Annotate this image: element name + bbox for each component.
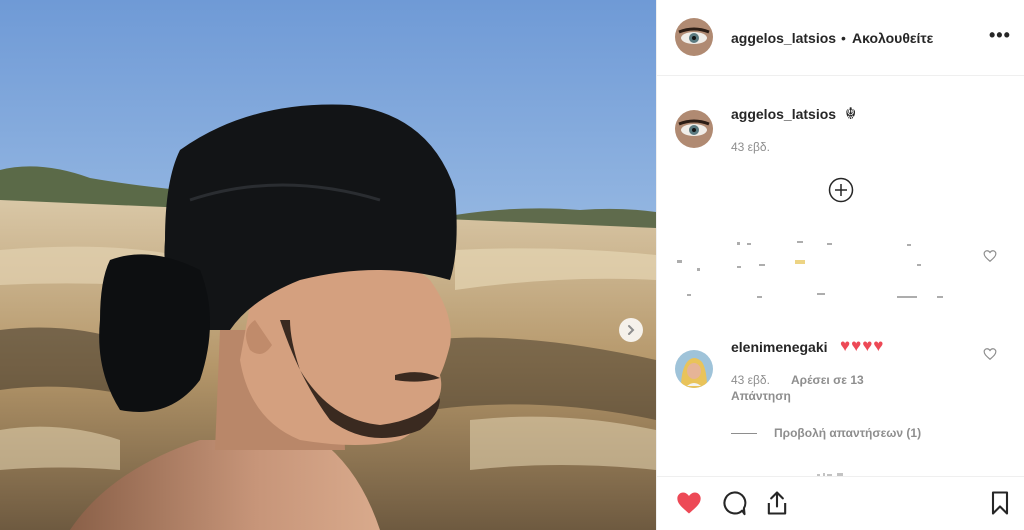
heart-icon[interactable] (675, 489, 703, 517)
replies-divider (731, 433, 757, 434)
post-actions-bar (657, 476, 1024, 530)
header-separator: • (841, 30, 846, 46)
caption-avatar[interactable] (675, 110, 713, 148)
post-photo[interactable] (0, 0, 656, 530)
view-replies-button[interactable]: Προβολή απαντήσεων (1) (774, 426, 921, 440)
comment-icon[interactable] (720, 489, 748, 517)
like-comment-heart-icon[interactable] (983, 249, 997, 263)
bookmark-icon[interactable] (986, 489, 1014, 517)
photo-image (0, 0, 656, 530)
comment-likes-count[interactable]: Αρέσει σε 13 (791, 373, 864, 387)
commenter-avatar[interactable] (675, 350, 713, 388)
author-username[interactable]: aggelos_latsios (731, 30, 836, 46)
obscured-comment (677, 238, 977, 308)
caption-emoji: ☬ (845, 106, 857, 123)
next-photo-button[interactable] (619, 318, 643, 342)
like-comment-heart-icon[interactable] (983, 347, 997, 361)
reply-button[interactable]: Απάντηση (731, 389, 791, 403)
add-circle-icon[interactable] (828, 177, 854, 203)
caption-username[interactable]: aggelos_latsios (731, 106, 836, 122)
share-icon[interactable] (763, 489, 791, 517)
next-arrow-icon (628, 325, 635, 335)
post-header: aggelos_latsios • Ακολουθείτε ••• (657, 0, 1024, 76)
caption-timestamp[interactable]: 43 εβδ. (731, 140, 770, 154)
comment-text: ♥♥♥♥ (840, 336, 885, 355)
post-details-panel: aggelos_latsios • Ακολουθείτε ••• aggelo… (656, 0, 1024, 530)
more-options-icon[interactable]: ••• (989, 26, 1011, 44)
commenter-username[interactable]: elenimenegaki (731, 339, 828, 355)
comment-timestamp[interactable]: 43 εβδ. (731, 373, 770, 387)
author-avatar[interactable] (675, 18, 713, 56)
partially-visible-comment (817, 466, 937, 477)
follow-status-button[interactable]: Ακολουθείτε (852, 30, 933, 46)
